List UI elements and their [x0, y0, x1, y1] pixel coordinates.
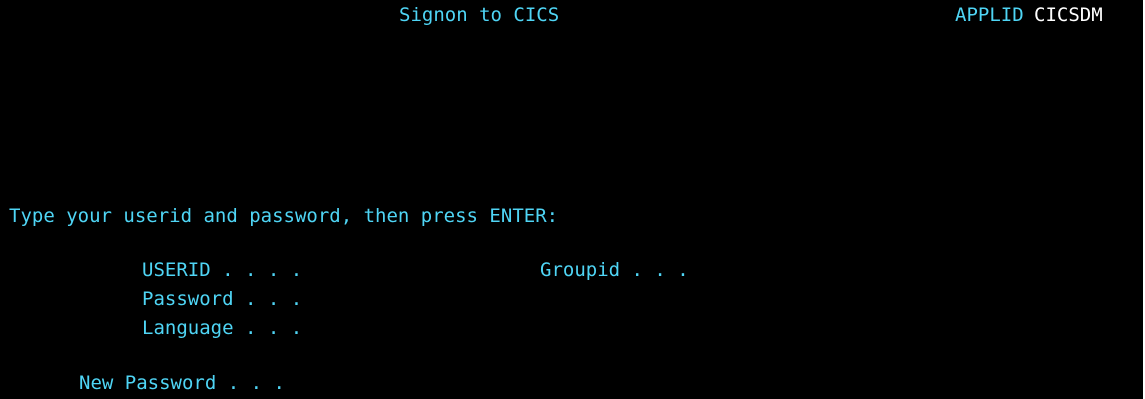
new-password-field[interactable] — [350, 372, 480, 394]
language-label: Language . . . — [142, 317, 303, 339]
groupid-label: Groupid . . . — [540, 259, 689, 281]
language-field[interactable] — [350, 317, 410, 339]
groupid-field[interactable] — [735, 259, 865, 281]
userid-label: USERID . . . . — [142, 259, 303, 281]
password-label: Password . . . — [142, 288, 303, 310]
applid-value: CICSDM — [1034, 4, 1103, 26]
terminal-screen: Signon to CICS APPLID CICSDM Type your u… — [0, 0, 1143, 399]
instructions-text: Type your userid and password, then pres… — [9, 205, 559, 227]
new-password-label: New Password . . . — [79, 372, 285, 394]
password-field[interactable] — [350, 288, 480, 310]
userid-field[interactable] — [330, 259, 460, 281]
screen-title: Signon to CICS — [399, 4, 560, 26]
applid-label: APPLID — [955, 4, 1024, 26]
